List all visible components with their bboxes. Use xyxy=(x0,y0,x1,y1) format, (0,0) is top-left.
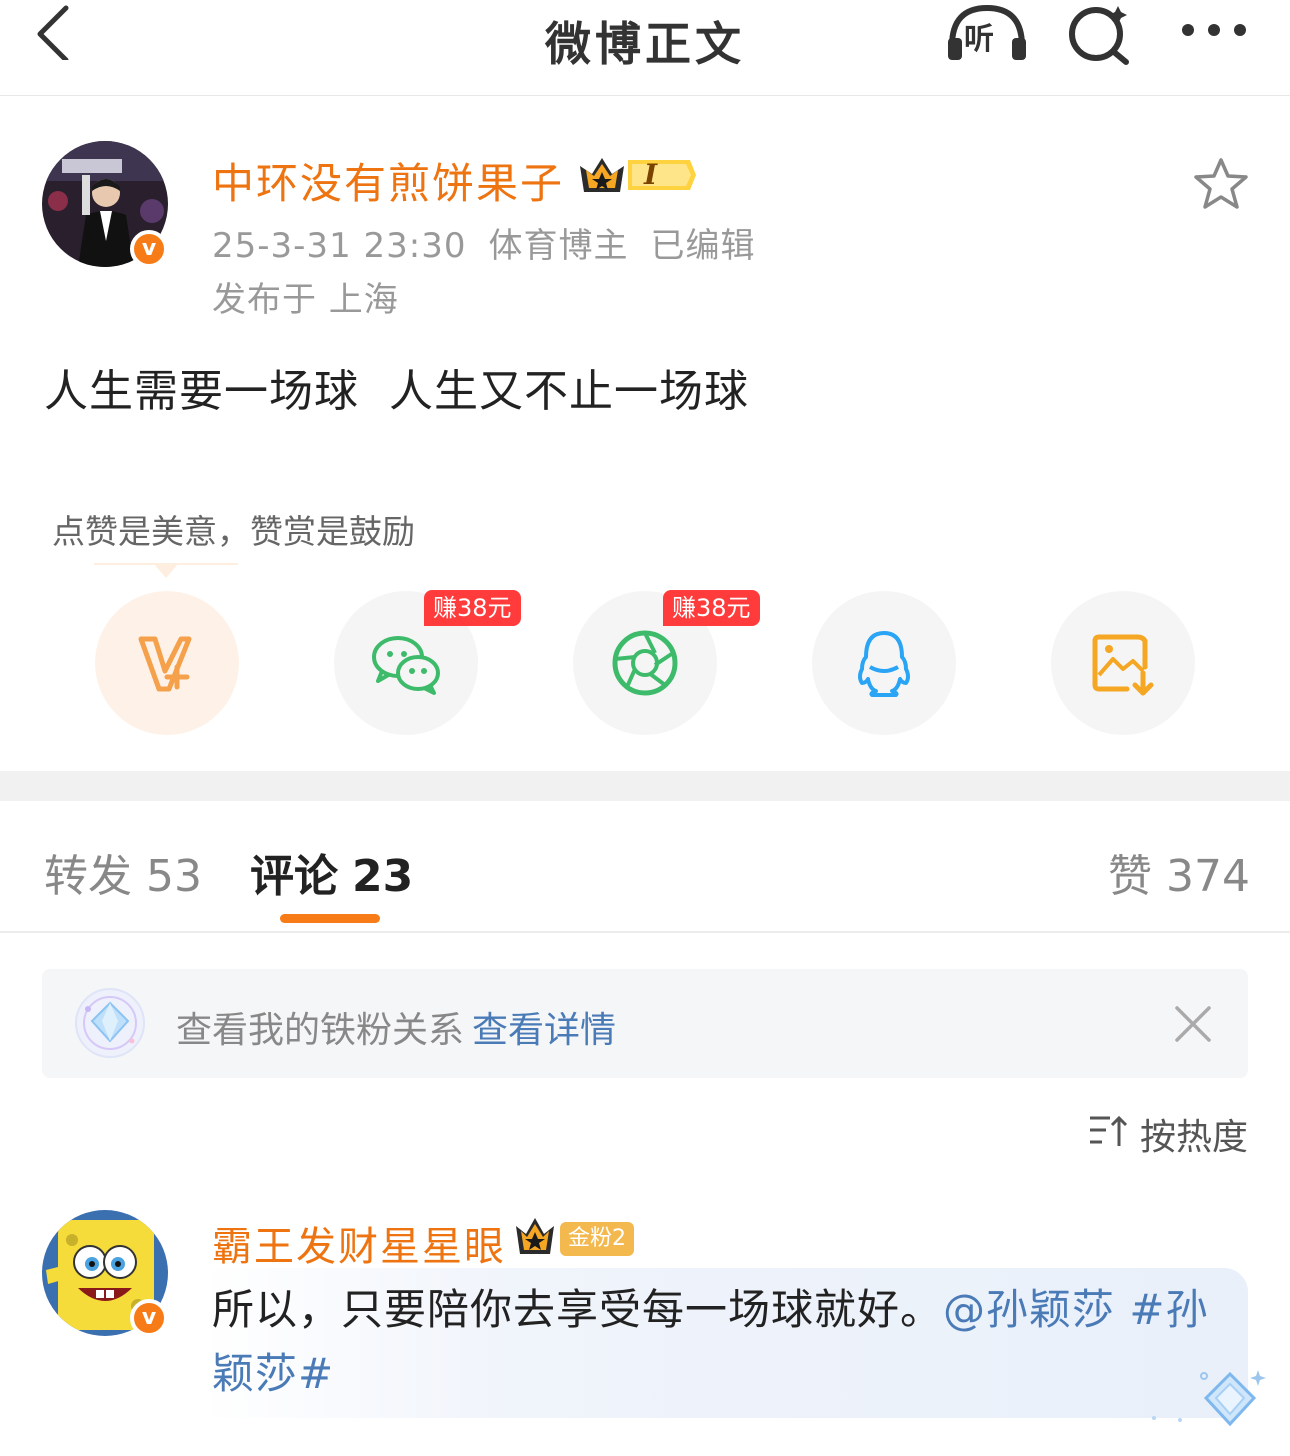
author-tag: 体育博主 xyxy=(488,226,629,266)
moments-aperture-icon xyxy=(612,630,678,696)
more-button[interactable] xyxy=(1176,12,1252,48)
tab-reposts-label: 转发 xyxy=(44,851,132,902)
earn-badge-wechat: 赚38元 xyxy=(424,590,521,626)
search-button[interactable] xyxy=(1064,0,1134,66)
sort-icon xyxy=(1090,1115,1128,1146)
tab-comments-label: 评论 xyxy=(250,851,338,902)
level-text: I xyxy=(644,158,658,191)
comment-body: 所以，只要陪你去享受每一场球就好。 xyxy=(212,1285,944,1334)
fan-banner-text: 查看我的铁粉关系 xyxy=(176,1010,465,1051)
more-icon xyxy=(1182,24,1246,36)
earn-badge-moments: 赚38元 xyxy=(663,590,760,626)
qq-penguin-icon xyxy=(858,631,910,697)
verified-badge: v xyxy=(130,230,168,268)
fan-level-badge: 金粉2 xyxy=(560,1222,634,1256)
author-name[interactable]: 中环没有煎饼果子 xyxy=(212,150,564,211)
fan-crown-icon xyxy=(514,1216,556,1258)
tip-pointer xyxy=(94,562,238,582)
section-divider xyxy=(0,771,1290,801)
close-icon xyxy=(1175,1006,1211,1042)
wechat-icon xyxy=(372,636,440,695)
close-banner-button[interactable] xyxy=(1172,1003,1214,1045)
member-level-badge[interactable]: I xyxy=(578,152,698,198)
top-nav-bar: 微博正文 听 xyxy=(0,0,1290,96)
listen-label: 听 xyxy=(964,22,994,57)
diamond-decoration-icon xyxy=(1140,1368,1266,1438)
post-location: 发布于 上海 xyxy=(212,280,399,320)
star-icon xyxy=(1194,158,1248,209)
fan-relationship-banner: 查看我的铁粉关系 查看详情 xyxy=(42,969,1248,1078)
tabs-divider xyxy=(0,931,1290,933)
tab-reposts[interactable]: 转发 53 xyxy=(44,840,202,904)
commenter-verified-badge: v xyxy=(130,1299,168,1337)
post-text: 人生需要一场球 人生又不止一场球 xyxy=(44,366,749,417)
save-image-button[interactable] xyxy=(1051,591,1195,735)
reward-button[interactable] xyxy=(95,591,239,735)
post-date: 25-3-31 23:30 xyxy=(212,226,467,266)
tab-likes-count: 374 xyxy=(1166,851,1250,902)
search-icon xyxy=(1069,6,1129,65)
tab-comments[interactable]: 评论 23 xyxy=(250,840,413,904)
commenter-name[interactable]: 霸王发财星星眼 xyxy=(212,1214,506,1272)
tab-likes[interactable]: 赞 374 xyxy=(1108,840,1250,904)
tab-likes-label: 赞 xyxy=(1108,851,1152,902)
reward-v-plus-icon xyxy=(138,636,192,692)
sort-label: 按热度 xyxy=(1140,1117,1249,1158)
active-tab-indicator xyxy=(280,914,380,923)
diamond-icon xyxy=(74,987,146,1059)
tab-comments-count: 23 xyxy=(352,851,414,902)
fan-banner-link[interactable]: 查看详情 xyxy=(472,1001,616,1053)
share-qq-button[interactable] xyxy=(812,591,956,735)
crown-icon xyxy=(580,158,696,192)
tab-reposts-count: 53 xyxy=(146,851,202,902)
favorite-button[interactable] xyxy=(1192,156,1250,212)
sort-button[interactable]: 按热度 xyxy=(1088,1108,1248,1158)
comment-text: 所以，只要陪你去享受每一场球就好。@孙颖莎 #孙颖莎# xyxy=(212,1278,1212,1406)
reward-tip: 点赞是美意，赞赏是鼓励 xyxy=(52,512,415,551)
comment-mention[interactable]: @孙颖莎 xyxy=(943,1285,1115,1334)
listen-button[interactable]: 听 xyxy=(944,2,1030,64)
image-download-icon xyxy=(1092,634,1154,696)
edited-label[interactable]: 已编辑 xyxy=(651,226,756,266)
post-meta: 25-3-31 23:30 体育博主 已编辑 xyxy=(212,218,756,267)
